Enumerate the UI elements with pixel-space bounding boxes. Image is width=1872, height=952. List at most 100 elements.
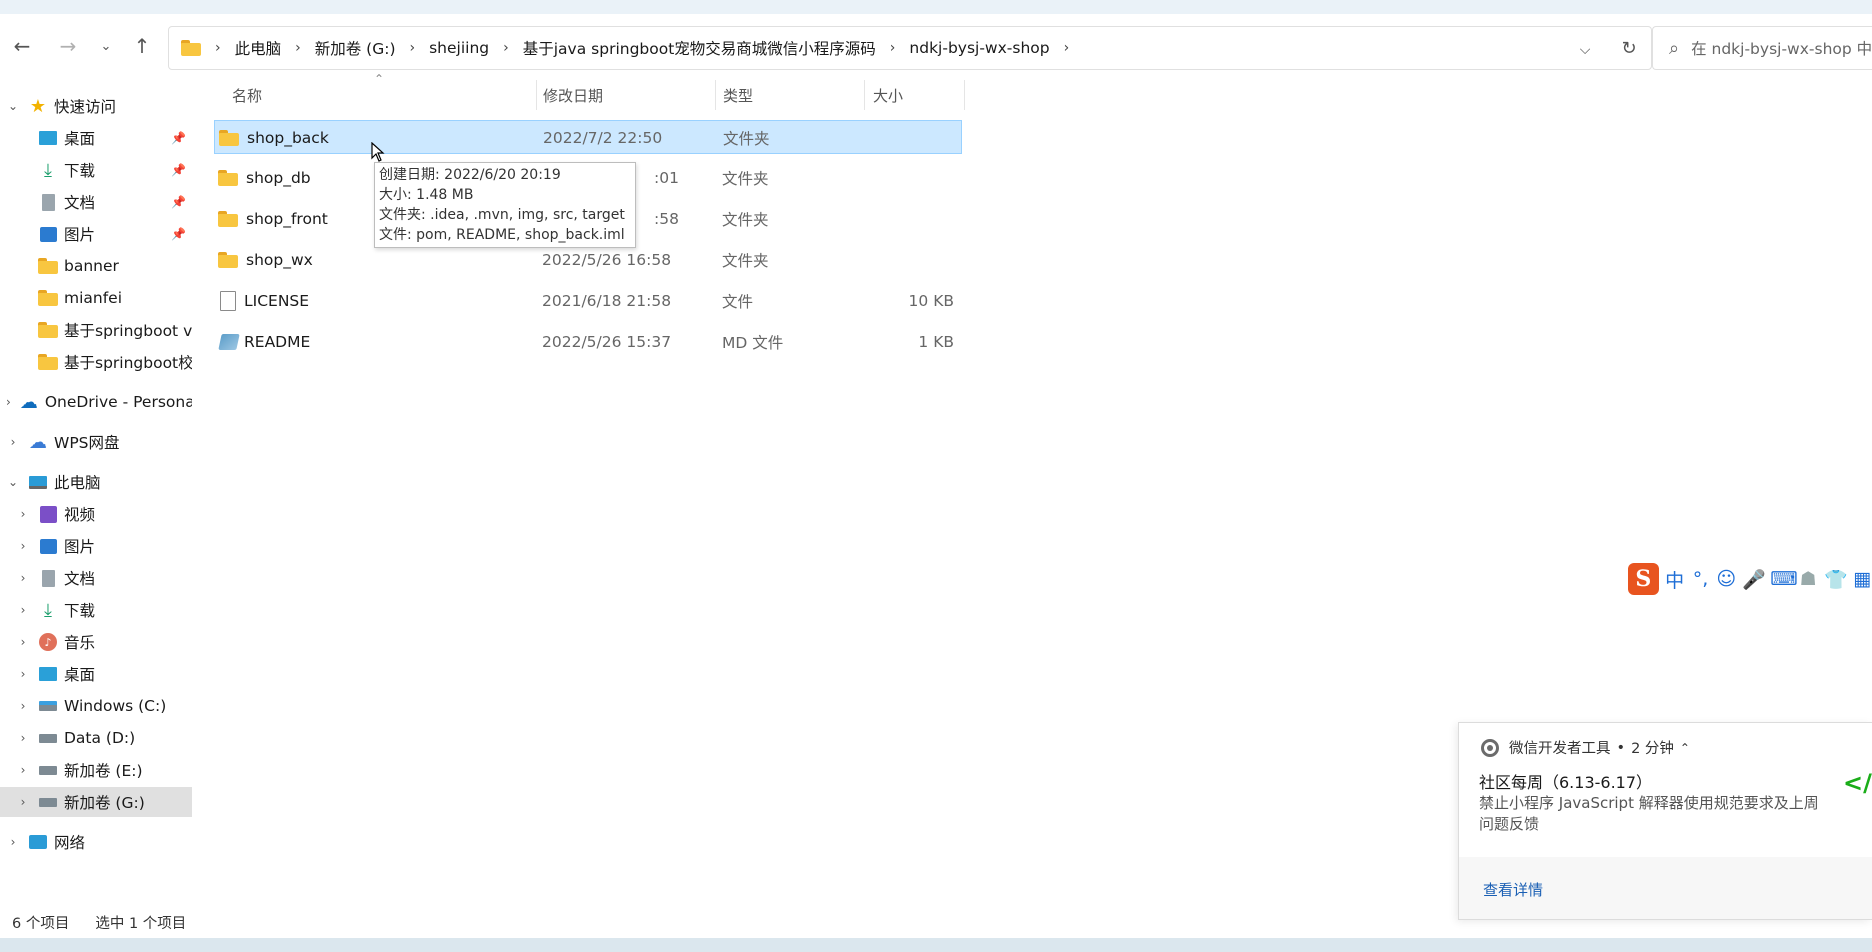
column-divider[interactable] (536, 80, 537, 110)
chevron-right-icon[interactable]: › (16, 731, 30, 745)
sidebar-item-mianfei[interactable]: mianfei (0, 283, 192, 313)
breadcrumb-current[interactable]: ndkj-bysj-wx-shop (909, 39, 1049, 57)
breadcrumb-separator-icon: › (215, 40, 221, 56)
chevron-down-icon[interactable]: ⌄ (6, 475, 20, 489)
microphone-icon[interactable]: 🎤 (1742, 568, 1766, 591)
file-date: 2021/6/18 21:58 (542, 292, 672, 310)
sidebar-this-pc[interactable]: ⌄ 此电脑 (0, 467, 192, 497)
sidebar-item-drive-c[interactable]: › Windows (C:) (0, 691, 192, 721)
sidebar-network[interactable]: › 网络 (0, 827, 192, 857)
view-details-button[interactable]: 查看详情 (1483, 879, 1543, 900)
chevron-right-icon[interactable]: › (6, 395, 11, 409)
sidebar-item-downloads[interactable]: ⤓ 下载 📌 (0, 155, 192, 185)
breadcrumb-drive-g[interactable]: 新加卷 (G:) (315, 37, 396, 59)
chevron-right-icon[interactable]: › (16, 507, 30, 521)
file-size (873, 121, 955, 155)
sidebar-label: OneDrive - Persona (44, 393, 192, 411)
notification-app-name: 微信开发者工具 (1509, 741, 1611, 757)
sidebar-item-music[interactable]: › ♪ 音乐 (0, 627, 192, 657)
chevron-up-icon[interactable]: ⌃ (1680, 741, 1690, 755)
address-history-button[interactable]: ⌵ (1563, 38, 1607, 59)
sidebar-label: 桌面 (64, 666, 96, 684)
notification-title: 社区每周（6.13-6.17） (1479, 773, 1653, 792)
sidebar-item-pc-documents[interactable]: › 文档 (0, 563, 192, 593)
file-row-readme[interactable]: README 2022/5/26 15:37 MD 文件 1 KB (214, 325, 962, 359)
file-row-shop-back[interactable]: shop_back 2022/7/2 22:50 文件夹 (214, 120, 962, 154)
sidebar-item-drive-d[interactable]: › Data (D:) (0, 723, 192, 753)
file-size: 10 KB (908, 292, 954, 310)
sidebar-label: Windows (C:) (64, 697, 167, 715)
breadcrumb-separator-icon[interactable]: › (503, 40, 509, 56)
chevron-down-icon[interactable]: ⌄ (6, 99, 20, 113)
sidebar-item-springboot-campus[interactable]: 基于springboot校 (0, 347, 192, 377)
notification-toast[interactable]: 微信开发者工具 • 2 分钟 ⌃ 社区每周（6.13-6.17） 禁止小程序 J… (1458, 722, 1872, 920)
chevron-right-icon[interactable]: › (16, 603, 30, 617)
breadcrumb-shejiing[interactable]: shejiing (429, 39, 489, 57)
up-button[interactable]: ↑ (126, 30, 158, 62)
sidebar-item-pictures[interactable]: 图片 📌 (0, 219, 192, 249)
search-box[interactable]: ⌕ 在 ndkj-bysj-wx-shop 中 (1652, 26, 1872, 70)
file-row-shop-wx[interactable]: shop_wx 2022/5/26 16:58 文件夹 (214, 243, 962, 277)
sogou-logo-icon[interactable]: S (1628, 563, 1659, 595)
sidebar-item-pc-downloads[interactable]: › ⤓ 下载 (0, 595, 192, 625)
chevron-right-icon[interactable]: › (16, 571, 30, 585)
ime-punctuation-toggle[interactable]: °, (1691, 568, 1711, 590)
toolbox-icon[interactable]: ▦ (1852, 568, 1872, 590)
column-header-type[interactable]: 类型 (723, 78, 753, 112)
sidebar-item-pc-desktop[interactable]: › 桌面 (0, 659, 192, 689)
chevron-right-icon[interactable]: › (16, 763, 30, 777)
sidebar-label: 此电脑 (54, 474, 101, 492)
breadcrumb-project[interactable]: 基于java springboot宠物交易商城微信小程序源码 (523, 37, 876, 59)
chevron-right-icon[interactable]: › (6, 435, 20, 449)
breadcrumb-this-pc[interactable]: 此电脑 (235, 37, 282, 59)
keyboard-icon[interactable]: ⌨ (1770, 568, 1797, 590)
breadcrumb-separator-icon[interactable]: › (295, 40, 301, 56)
back-button[interactable]: ← (6, 30, 38, 62)
sidebar-item-desktop[interactable]: 桌面 📌 (0, 123, 192, 153)
chevron-right-icon[interactable]: › (6, 835, 20, 849)
sidebar-item-springboot-vue[interactable]: 基于springboot vu (0, 315, 192, 345)
refresh-button[interactable]: ↻ (1607, 38, 1651, 59)
user-icon[interactable]: ☗ (1798, 568, 1818, 590)
column-divider[interactable] (715, 80, 716, 110)
column-header-name[interactable]: 名称 (232, 78, 262, 112)
ime-mode-toggle[interactable]: 中 (1665, 566, 1685, 593)
file-row-license[interactable]: LICENSE 2021/6/18 21:58 文件 10 KB (214, 284, 962, 318)
column-divider[interactable] (864, 80, 865, 110)
file-name-cell: shop_db (218, 161, 311, 195)
sidebar-onedrive[interactable]: › ☁ OneDrive - Persona (0, 387, 192, 417)
chevron-down-icon: ⌄ (100, 38, 112, 54)
arrow-right-icon: → (59, 34, 77, 58)
sidebar-item-pc-pictures[interactable]: › 图片 (0, 531, 192, 561)
forward-button[interactable]: → (52, 30, 84, 62)
breadcrumb-separator-icon[interactable]: › (890, 40, 896, 56)
sidebar-item-documents[interactable]: 文档 📌 (0, 187, 192, 217)
chevron-right-icon[interactable]: › (16, 635, 30, 649)
column-header-date[interactable]: 修改日期 (543, 78, 603, 112)
file-type: 文件夹 (722, 170, 769, 188)
column-divider[interactable] (964, 80, 965, 110)
sidebar-label: Data (D:) (64, 729, 136, 747)
address-bar[interactable]: › 此电脑 › 新加卷 (G:) › shejiing › 基于java spr… (168, 26, 1652, 70)
folder-info-tooltip: 创建日期: 2022/6/20 20:19 大小: 1.48 MB 文件夹: .… (374, 162, 636, 248)
file-type: 文件夹 (723, 130, 770, 148)
sidebar-label: mianfei (64, 289, 123, 307)
sidebar-wps[interactable]: › ☁ WPS网盘 (0, 427, 192, 457)
sidebar-item-drive-g[interactable]: › 新加卷 (G:) (0, 787, 192, 817)
skin-icon[interactable]: 👕 (1824, 568, 1848, 591)
breadcrumb-separator-icon[interactable]: › (1064, 40, 1070, 56)
sidebar-item-drive-e[interactable]: › 新加卷 (E:) (0, 755, 192, 785)
sidebar-quick-access[interactable]: ⌄ ★ 快速访问 (0, 91, 192, 121)
sidebar-item-videos[interactable]: › 视频 (0, 499, 192, 529)
chevron-right-icon[interactable]: › (16, 539, 30, 553)
chevron-right-icon[interactable]: › (16, 699, 30, 713)
download-icon: ⤓ (44, 159, 52, 181)
breadcrumb-separator-icon[interactable]: › (410, 40, 416, 56)
emoji-icon[interactable]: ☺ (1716, 568, 1736, 590)
recent-locations-button[interactable]: ⌄ (90, 30, 122, 62)
chevron-right-icon[interactable]: › (16, 795, 30, 809)
column-header-size[interactable]: 大小 (873, 78, 903, 112)
sidebar-item-banner[interactable]: banner (0, 251, 192, 281)
file-type: 文件 (722, 293, 754, 311)
chevron-right-icon[interactable]: › (16, 667, 30, 681)
